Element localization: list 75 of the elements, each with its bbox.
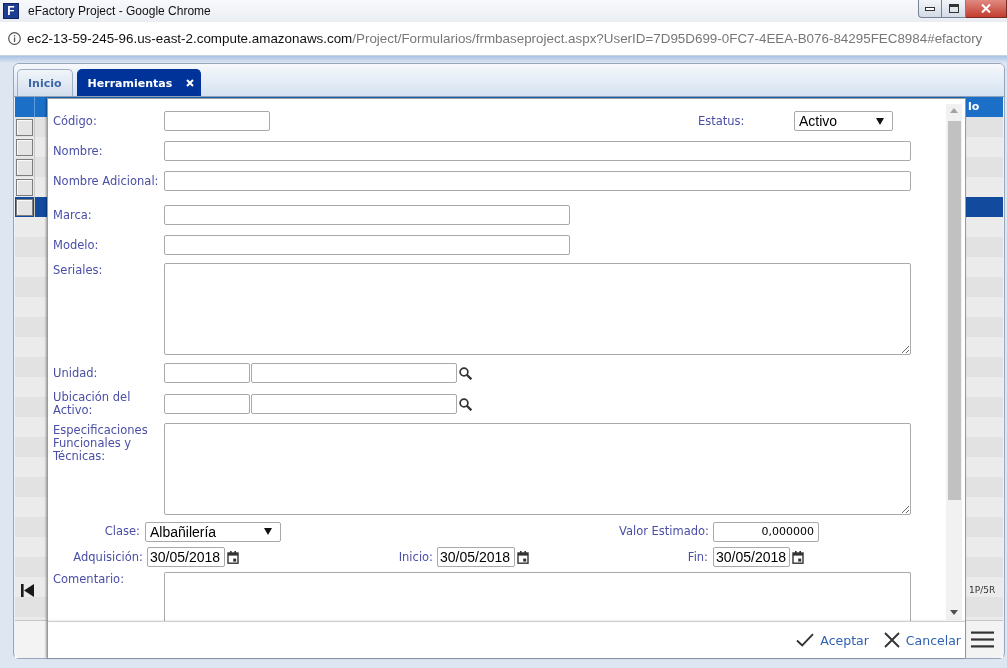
text-area[interactable] [164,263,911,355]
field-label: Especificaciones Funcionales y Técnicas: [53,423,149,463]
row-header-cell[interactable] [15,197,46,217]
field-label: Unidad: [53,366,99,380]
minimize-icon [925,6,935,11]
scroll-up-icon[interactable] [950,108,958,113]
close-icon [883,632,900,648]
lookup-code-field[interactable] [164,363,250,383]
accept-button[interactable]: Aceptar [796,632,869,648]
field-label: Comentario: [53,572,126,586]
first-page-icon[interactable] [20,583,35,598]
row-header-cell[interactable] [15,117,46,137]
text-field[interactable] [164,171,911,191]
field-label: Valor Estimado: [617,525,710,538]
menu-icon[interactable] [971,631,994,648]
date-field[interactable]: 30/05/2018 [713,547,790,567]
minimize-button[interactable] [918,0,942,18]
row-header-cell[interactable] [15,177,46,197]
row-checkbox[interactable] [16,198,33,216]
pager-status: 1P/5R [968,584,997,597]
row-checkbox[interactable] [16,138,33,156]
search-icon[interactable] [459,366,472,380]
field-label: Ubicación del Activo: [53,391,132,417]
text-area[interactable] [164,572,911,621]
field-label: Inicio: [397,550,434,564]
row-checkbox[interactable] [16,178,33,196]
maximize-button[interactable] [942,0,966,18]
url-field[interactable]: ec2-13-59-245-96.us-east-2.compute.amazonaws.com/Project/Formularios/frmbaseproject.aspx?UserID=7D95D699-0FC7-4EEA-B076-84295FEC8984#efactory [27,31,983,46]
close-icon[interactable] [186,79,195,87]
row-checkbox[interactable] [16,158,33,176]
field-label: Estatus: [698,114,746,128]
lookup-code-field[interactable] [164,394,250,414]
maximize-icon [948,4,959,13]
date-field[interactable]: 30/05/2018 [147,547,225,567]
row-checkbox[interactable] [16,118,33,136]
cancel-button[interactable]: Cancelar [883,632,961,648]
field-label: Clase: [103,525,141,538]
app-logo: F [3,3,19,19]
text-field[interactable] [164,141,911,161]
search-icon[interactable] [459,397,472,411]
lookup-name-field[interactable] [251,394,457,414]
dropdown[interactable]: Albañilería [145,521,281,542]
text-field[interactable] [164,111,270,131]
info-icon[interactable] [8,32,21,45]
text-area[interactable] [164,423,911,515]
tab[interactable]: Inicio [17,69,73,96]
close-icon [981,4,991,13]
calendar-icon[interactable] [227,550,239,564]
calendar-icon[interactable] [517,550,529,564]
field-label: Marca: [53,208,93,222]
scrollbar-thumb[interactable] [947,121,961,500]
field-label: Modelo: [53,238,100,252]
field-label: Adquisición: [72,550,144,564]
text-field[interactable] [164,235,570,255]
number-field[interactable]: 0,000000 [713,521,819,542]
window-title: eFactory Project - Google Chrome [28,4,211,18]
field-label: Fin: [686,550,709,564]
date-field[interactable]: 30/05/2018 [437,547,515,567]
field-label: Código: [53,114,98,128]
tab[interactable]: Herramientas [76,69,202,96]
caret-icon [264,528,272,535]
field-label: Nombre Adicional: [53,174,160,188]
row-header-cell[interactable] [15,157,46,177]
column-header[interactable]: lo [966,97,1003,117]
lookup-name-field[interactable] [251,363,457,383]
scrollbar[interactable] [946,104,962,620]
field-label: Seriales: [53,263,104,277]
calendar-icon[interactable] [792,550,804,564]
row-header-cell[interactable] [15,137,46,157]
check-icon [796,633,815,647]
scroll-down-icon[interactable] [950,610,958,615]
close-button[interactable] [966,0,1007,18]
text-field[interactable] [164,205,570,225]
dropdown[interactable]: Activo [794,111,893,131]
field-label: Nombre: [53,144,104,158]
